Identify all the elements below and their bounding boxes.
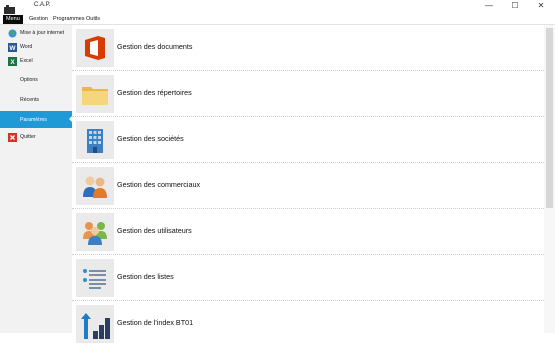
row-label: Gestion des utilisateurs [117,226,192,235]
sidebar-item-label: Mise à jour internet [20,30,65,36]
main-content: Gestion des documents Gestion des répert… [72,25,555,343]
word-icon: W [8,43,17,52]
menu-programmes[interactable]: Programmes [50,15,87,24]
sidebar-item-quitter[interactable]: Quitter [0,133,72,143]
svg-text:W: W [9,45,16,52]
row-label: Gestion des sociétés [117,134,184,143]
excel-icon: X [8,57,17,66]
app-logo-icon [4,2,15,14]
sidebar-item-options[interactable]: Options [0,76,72,86]
globe-icon [8,29,17,38]
menu-outils[interactable]: Outils [83,15,103,24]
users-icon [76,213,114,251]
menu-gestion[interactable]: Gestion [26,15,51,24]
row-gestion-documents[interactable]: Gestion des documents [72,25,544,71]
row-gestion-index-bt01[interactable]: Gestion de l'index BT01 [72,301,544,347]
list-icon [76,259,114,297]
sidebar-item-label: Récents [20,97,40,103]
scrollbar-thumb[interactable] [546,28,553,208]
salespeople-icon [76,167,114,205]
row-gestion-listes[interactable]: Gestion des listes [72,255,544,301]
sidebar: Mise à jour internet W Word X Excel Opti… [0,25,73,333]
sidebar-item-label: Paramètres [20,117,47,123]
vertical-scrollbar[interactable] [544,25,555,333]
sidebar-item-excel[interactable]: X Excel [0,57,72,67]
sidebar-item-recents[interactable]: Récents [0,96,72,106]
row-gestion-repertoires[interactable]: Gestion des répertoires [72,71,544,117]
quit-icon [8,133,17,142]
sidebar-item-word[interactable]: W Word [0,43,72,53]
row-label: Gestion des documents [117,42,193,51]
svg-text:X: X [10,59,15,66]
row-label: Gestion de l'index BT01 [117,318,194,327]
sidebar-item-label: Quitter [20,134,36,140]
sidebar-item-label: Excel [20,58,33,64]
sidebar-item-parametres[interactable]: Paramètres [0,111,73,128]
row-label: Gestion des listes [117,272,174,281]
menu-menu[interactable]: Menu [3,15,23,24]
row-label: Gestion des répertoires [117,88,192,97]
sidebar-item-label: Word [20,44,33,50]
row-gestion-utilisateurs[interactable]: Gestion des utilisateurs [72,209,544,255]
building-icon [76,121,114,159]
sidebar-item-label: Options [20,77,38,83]
menu-bar: Menu Gestion Programmes Outils [0,14,555,25]
minimize-button[interactable]: — [478,0,500,13]
window-title: C.A.P. [34,2,51,8]
row-gestion-societes[interactable]: Gestion des sociétés [72,117,544,163]
row-label: Gestion des commerciaux [117,180,201,189]
title-bar: C.A.P. — ☐ ✕ [0,0,555,14]
sidebar-item-mise-a-jour[interactable]: Mise à jour internet [0,29,72,39]
index-chart-icon [76,305,114,343]
close-button[interactable]: ✕ [530,0,552,13]
maximize-button[interactable]: ☐ [504,0,526,13]
folder-icon [76,75,114,113]
row-gestion-commerciaux[interactable]: Gestion des commerciaux [72,163,544,209]
office-icon [76,29,114,67]
